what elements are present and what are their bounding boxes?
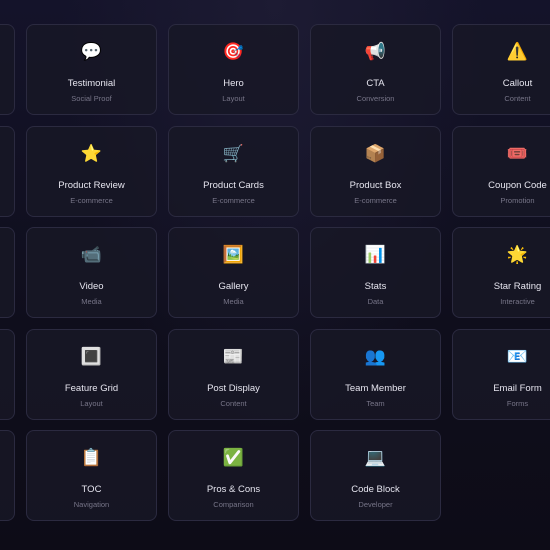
block-card-video[interactable]: 📹 Video Media [26, 227, 157, 318]
block-card-product-cards[interactable]: 🛒 Product Cards E-commerce [168, 125, 299, 217]
block-card-toc[interactable]: 📋 TOC Navigation [26, 430, 157, 521]
block-category: Interactive [500, 297, 535, 306]
block-category: Data [367, 297, 384, 306]
block-card-hidden[interactable] [0, 328, 15, 420]
block-category: Layout [80, 398, 103, 408]
block-name: Video [79, 281, 104, 292]
block-card-pros-cons[interactable]: ✅ Pros & Cons Comparison [168, 430, 299, 521]
block-card-code-block[interactable]: 💻 Code Block Developer [310, 430, 441, 521]
block-category: E-commerce [70, 195, 113, 205]
square-button-icon: 🔳 [80, 346, 103, 367]
block-category: Comparison [213, 500, 254, 509]
block-name: Gallery [218, 281, 249, 292]
block-category: Content [220, 398, 247, 408]
block-card-gallery[interactable]: 🖼️ Gallery Media [168, 227, 299, 318]
video-camera-icon: 📹 [80, 245, 103, 265]
newspaper-icon: 📰 [222, 346, 245, 367]
block-name: Email Form [493, 382, 542, 394]
block-category: Promotion [500, 195, 535, 205]
block-name: Product Box [349, 179, 402, 191]
block-name: Coupon Code [488, 179, 547, 191]
glowing-star-icon: 🌟 [506, 245, 529, 265]
block-card-hidden[interactable] [0, 125, 15, 217]
bar-chart-icon: 📊 [364, 245, 387, 265]
warning-icon: ⚠️ [506, 42, 529, 62]
block-card-hidden[interactable] [0, 24, 15, 115]
check-mark-icon: ✅ [222, 448, 245, 468]
block-card-product-review[interactable]: ⭐ Product Review E-commerce [26, 125, 157, 217]
block-card-hidden[interactable] [0, 430, 15, 521]
block-category: E-commerce [212, 195, 255, 205]
ticket-icon: 🎟️ [506, 143, 529, 164]
block-card-hidden[interactable] [0, 227, 15, 318]
block-category: Team [366, 398, 385, 408]
star-icon: ⭐ [80, 143, 103, 164]
block-card-email-form[interactable]: 📧 Email Form Forms [452, 328, 550, 420]
block-category: Content [504, 94, 531, 103]
block-category: E-commerce [354, 195, 397, 205]
block-card-cta[interactable]: 📢 CTA Conversion [310, 24, 441, 115]
block-name: Post Display [207, 382, 260, 394]
block-name: TOC [81, 484, 102, 495]
block-name: Star Rating [493, 281, 542, 292]
block-category: Social Proof [71, 94, 112, 103]
block-grid: 💬 Testimonial Social Proof 🎯 Hero Layout 📢 CTA C… [0, 24, 550, 521]
block-category: Forms [506, 398, 529, 408]
block-card-stats[interactable]: 📊 Stats Data [310, 227, 441, 318]
email-icon: 📧 [506, 346, 529, 367]
block-category: Media [223, 297, 244, 306]
block-category: Media [81, 297, 102, 306]
block-category: Navigation [73, 500, 110, 509]
package-icon: 📦 [364, 143, 387, 164]
block-category: Conversion [356, 94, 395, 103]
laptop-icon: 💻 [364, 448, 387, 468]
block-category: Layout [222, 94, 245, 103]
shopping-cart-icon: 🛒 [222, 143, 245, 164]
block-name: Code Block [351, 484, 400, 495]
block-card-feature-grid[interactable]: 🔳 Feature Grid Layout [26, 328, 157, 420]
speech-bubble-icon: 💬 [80, 42, 103, 62]
block-card-post-display[interactable]: 📰 Post Display Content [168, 328, 299, 420]
block-name: CTA [366, 78, 385, 89]
block-name: Product Review [58, 179, 125, 191]
block-card-coupon-code[interactable]: 🎟️ Coupon Code Promotion [452, 125, 550, 217]
block-name: Stats [364, 281, 387, 292]
block-card-product-box[interactable]: 📦 Product Box E-commerce [310, 125, 441, 217]
block-card-testimonial[interactable]: 💬 Testimonial Social Proof [26, 24, 157, 115]
clipboard-icon: 📋 [80, 448, 103, 468]
framed-picture-icon: 🖼️ [222, 245, 245, 265]
block-card-team-member[interactable]: 👥 Team Member Team [310, 328, 441, 420]
megaphone-icon: 📢 [364, 42, 387, 62]
block-name: Feature Grid [64, 382, 119, 394]
block-card-star-rating[interactable]: 🌟 Star Rating Interactive [452, 227, 550, 318]
block-category: Developer [358, 500, 393, 509]
people-icon: 👥 [364, 346, 387, 367]
block-card-hero[interactable]: 🎯 Hero Layout [168, 24, 299, 115]
block-name: Testimonial [67, 78, 116, 89]
block-name: Pros & Cons [206, 484, 261, 495]
block-library-viewport: 💬 Testimonial Social Proof 🎯 Hero Layout 📢 CTA C… [0, 0, 550, 550]
block-name: Team Member [345, 382, 406, 394]
target-icon: 🎯 [222, 42, 245, 62]
block-card-callout[interactable]: ⚠️ Callout Content [452, 24, 550, 115]
block-name: Product Cards [203, 179, 264, 191]
block-name: Callout [502, 78, 533, 89]
block-name: Hero [223, 78, 244, 89]
